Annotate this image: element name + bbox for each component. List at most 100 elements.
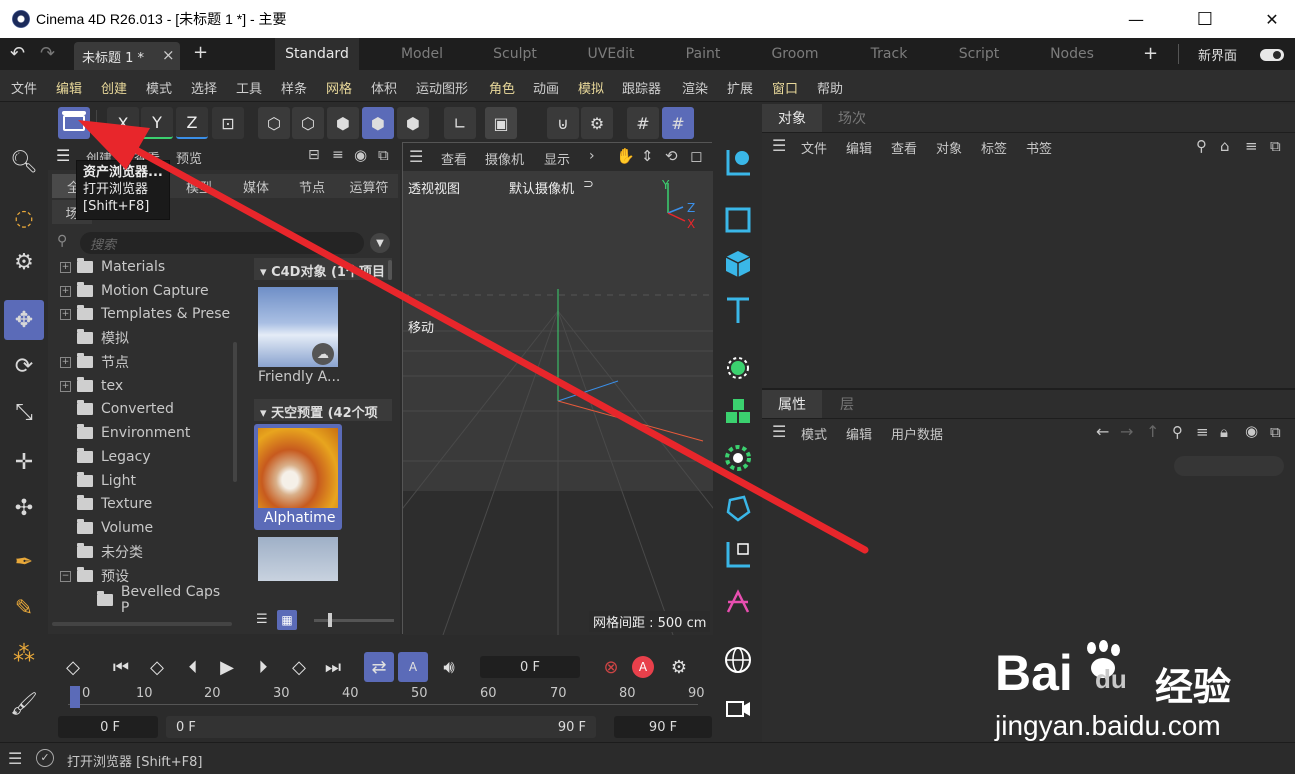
filter-icon[interactable]: ≡ bbox=[1245, 137, 1258, 155]
expand-panel-icon[interactable]: ⧉ bbox=[1270, 423, 1281, 441]
uv-mode-button[interactable]: ⬢ bbox=[397, 107, 429, 139]
camera-name-label[interactable]: 默认摄像机 bbox=[509, 178, 574, 197]
axis-x-lock-button[interactable]: X bbox=[107, 107, 139, 139]
tab-groom[interactable]: Groom bbox=[753, 38, 837, 70]
environment-button[interactable] bbox=[718, 640, 758, 680]
minimize-panel-icon[interactable]: ⊟ bbox=[308, 147, 320, 163]
scene-object-button[interactable] bbox=[718, 534, 758, 574]
start-frame-field[interactable]: 0 F bbox=[58, 716, 158, 738]
end-frame-field[interactable]: 90 F bbox=[614, 716, 712, 738]
expand-icon[interactable]: + bbox=[60, 380, 71, 392]
ab-tab-media[interactable]: 媒体 bbox=[228, 174, 284, 198]
ab-menu-preview[interactable]: 预览 bbox=[176, 148, 202, 167]
tree-item[interactable]: 模拟 bbox=[60, 327, 129, 349]
attribute-search-field[interactable] bbox=[1174, 456, 1284, 476]
menu-render[interactable]: 渲染 bbox=[682, 78, 708, 97]
keyframe-settings-button[interactable]: ⚙ bbox=[664, 652, 694, 682]
menu-simulate[interactable]: 模拟 bbox=[578, 78, 604, 97]
thumbnail-size-slider[interactable] bbox=[314, 619, 394, 622]
tab-standard[interactable]: Standard bbox=[275, 38, 359, 70]
tree-item[interactable]: + 节点 bbox=[60, 351, 129, 373]
filter-icon[interactable]: ≡ bbox=[332, 147, 344, 163]
tab-nodes[interactable]: Nodes bbox=[1030, 38, 1114, 70]
edges-mode-button[interactable]: ⬡ bbox=[292, 107, 324, 139]
tab-uvedit[interactable]: UVEdit bbox=[569, 38, 653, 70]
perspective-viewport[interactable]: ☰ 查看 摄像机 显示 › ✋ ⇕ ⟲ ◻ 透视视图 默认摄像机 ⊃ Y Z X… bbox=[402, 142, 713, 635]
vp-menu-display[interactable]: 显示 bbox=[544, 149, 570, 168]
cube-object-button[interactable] bbox=[718, 244, 758, 284]
expand-icon[interactable]: + bbox=[60, 308, 71, 320]
camera-link-icon[interactable]: ⊃ bbox=[583, 177, 594, 192]
transform-tool-button[interactable]: ✛ bbox=[4, 442, 44, 482]
tab-script[interactable]: Script bbox=[937, 38, 1021, 70]
spline-mode-button[interactable]: ⁂ bbox=[4, 634, 44, 674]
am-menu-mode[interactable]: 模式 bbox=[801, 424, 827, 443]
menu-mesh[interactable]: 网格 bbox=[326, 78, 352, 97]
new-ui-toggle[interactable] bbox=[1260, 49, 1284, 61]
playhead-marker[interactable] bbox=[70, 686, 80, 708]
am-menu-edit[interactable]: 编辑 bbox=[846, 424, 872, 443]
home-icon[interactable]: ⌂ bbox=[1220, 137, 1230, 155]
section-c4d-objects[interactable]: ▾ C4D对象 (1个项目 bbox=[254, 258, 392, 280]
minimize-button[interactable]: — bbox=[1113, 0, 1159, 38]
forward-arrow-icon[interactable]: → bbox=[1120, 422, 1133, 441]
expand-panel-icon[interactable]: ⧉ bbox=[378, 146, 389, 164]
tree-h-scrollbar[interactable] bbox=[52, 622, 232, 626]
scale-tool-button[interactable]: ⤡ bbox=[4, 392, 44, 432]
preview-range-slider[interactable]: 0 F 90 F bbox=[166, 716, 596, 738]
axis-z-lock-button[interactable]: Z bbox=[176, 107, 208, 139]
target-icon[interactable]: ◉ bbox=[354, 146, 367, 164]
up-arrow-icon[interactable]: ↑ bbox=[1146, 422, 1159, 441]
ab-tab-operators[interactable]: 运算符 bbox=[340, 174, 398, 198]
sketch-pen-button[interactable]: ✎ bbox=[4, 588, 44, 628]
menu-create[interactable]: 创建 bbox=[101, 78, 127, 97]
toggle-view-icon[interactable]: ◻ bbox=[690, 147, 702, 165]
lock-icon[interactable]: 🔒︎ bbox=[1220, 423, 1228, 441]
pan-hand-icon[interactable]: ✋ bbox=[616, 147, 635, 165]
rotate-tool-button[interactable]: ⟳ bbox=[4, 346, 44, 386]
am-menu-user-data[interactable]: 用户数据 bbox=[891, 424, 943, 443]
tab-sculpt[interactable]: Sculpt bbox=[473, 38, 557, 70]
add-document-button[interactable]: + bbox=[193, 42, 208, 63]
coordinate-system-button[interactable]: ⊡ bbox=[212, 107, 244, 139]
expand-icon[interactable]: + bbox=[60, 356, 71, 368]
om-menu-edit[interactable]: 编辑 bbox=[846, 138, 872, 157]
om-menu-bookmarks[interactable]: 书签 bbox=[1026, 138, 1052, 157]
go-to-end-button[interactable]: ⏭ bbox=[318, 652, 348, 682]
tab-takes[interactable]: 场次 bbox=[822, 104, 882, 132]
axis-mode-button[interactable]: ∟ bbox=[444, 107, 476, 139]
cloud-download-icon[interactable]: ☁ bbox=[312, 343, 334, 365]
collapse-icon[interactable]: − bbox=[60, 570, 71, 582]
expand-icon[interactable]: + bbox=[60, 285, 71, 297]
orbit-icon[interactable]: ⟲ bbox=[665, 147, 678, 165]
menu-mode[interactable]: 模式 bbox=[146, 78, 172, 97]
menu-spline[interactable]: 样条 bbox=[281, 78, 307, 97]
auto-record-button[interactable]: A bbox=[628, 652, 658, 682]
paint-brush-button[interactable]: 🖌︎ bbox=[4, 684, 44, 724]
back-arrow-icon[interactable]: ← bbox=[1096, 422, 1109, 441]
add-layout-button[interactable]: + bbox=[1143, 43, 1158, 64]
next-frame-button[interactable]: ⏵ bbox=[248, 652, 278, 682]
keyframe-button[interactable]: ◇ bbox=[58, 652, 88, 682]
view-name-label[interactable]: 透视视图 bbox=[408, 178, 460, 197]
expand-panel-icon[interactable]: ⧉ bbox=[1270, 137, 1281, 155]
search-options-icon[interactable]: ▼ bbox=[370, 233, 390, 253]
close-button[interactable]: ✕ bbox=[1249, 0, 1295, 38]
tree-item[interactable]: 未分类 bbox=[60, 541, 143, 563]
tree-item[interactable]: Volume bbox=[60, 517, 153, 539]
menu-character[interactable]: 角色 bbox=[489, 78, 515, 97]
vp-menu-view[interactable]: 查看 bbox=[441, 149, 467, 168]
undo-icon[interactable]: ↶ bbox=[10, 43, 25, 64]
menu-select[interactable]: 选择 bbox=[191, 78, 217, 97]
tree-item[interactable]: + tex bbox=[60, 375, 123, 397]
menu-file[interactable]: 文件 bbox=[11, 78, 37, 97]
om-menu-object[interactable]: 对象 bbox=[936, 138, 962, 157]
camera-tool-button[interactable] bbox=[718, 688, 758, 728]
asset-browser-button[interactable] bbox=[58, 107, 90, 139]
section-sky-presets[interactable]: ▾ 天空预置 (42个项 bbox=[254, 399, 392, 421]
search-tool-button[interactable]: 🔍︎ bbox=[4, 142, 44, 182]
snap-settings-button[interactable]: ⚙ bbox=[581, 107, 613, 139]
polygons-mode-button[interactable]: ⬢ bbox=[327, 107, 359, 139]
asset-search-input[interactable]: 搜索 bbox=[80, 232, 364, 254]
play-button[interactable]: ▶ bbox=[212, 652, 242, 682]
